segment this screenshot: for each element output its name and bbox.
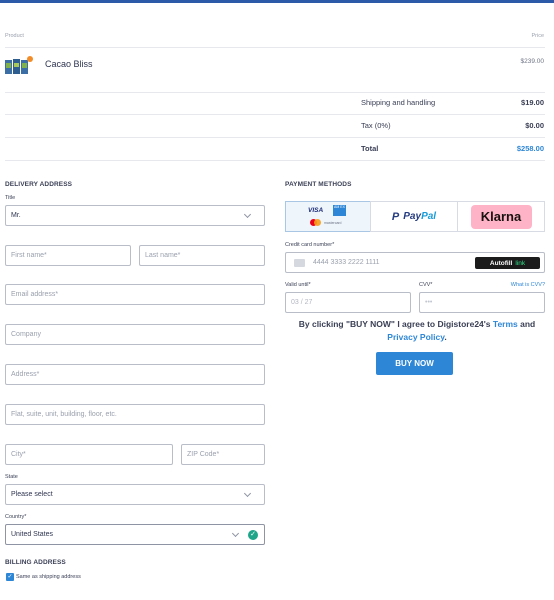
cards-logos: VISA AM EX mastercard [308, 204, 348, 230]
email-field[interactable]: Email address* [5, 284, 265, 305]
valid-check-icon: ✓ [248, 530, 258, 540]
card-number-placeholder: 4444 3333 2222 1111 [313, 259, 380, 266]
divider [5, 47, 545, 48]
agree-pre-text: By clicking "BUY NOW" I agree to Digisto… [298, 319, 493, 329]
agreement-text: By clicking "BUY NOW" I agree to Digisto… [285, 318, 549, 344]
what-is-cvv-link[interactable]: What is CVV? [480, 282, 545, 288]
shipping-value: $19.00 [521, 98, 544, 107]
total-label: Total [361, 144, 379, 153]
company-placeholder: Company [11, 331, 41, 338]
payment-method-paypal[interactable]: P Pay Pal [370, 201, 458, 232]
klarna-logo: Klarna [470, 204, 532, 229]
delivery-heading: DELIVERY ADDRESS [5, 181, 73, 188]
state-label: State [5, 474, 18, 480]
company-field[interactable]: Company [5, 324, 265, 345]
buy-now-button[interactable]: BUY NOW [376, 352, 453, 375]
city-placeholder: City* [11, 451, 26, 458]
amex-logo: AM EX [333, 204, 346, 216]
address-placeholder: Address* [11, 371, 40, 378]
autofill-text: Autofill [489, 259, 513, 267]
payment-method-klarna[interactable]: Klarna [457, 201, 545, 232]
col-product-header: Product [5, 33, 24, 39]
title-select-value: Mr. [11, 212, 21, 219]
country-select-value: United States [11, 531, 54, 538]
chevron-down-icon [231, 529, 240, 538]
billing-heading: BILLING ADDRESS [5, 559, 66, 566]
divider [5, 160, 545, 161]
address2-placeholder: Flat, suite, unit, building, floor, etc. [11, 411, 117, 418]
divider [5, 92, 545, 93]
tax-value: $0.00 [525, 121, 544, 130]
product-price: $239.00 [520, 58, 545, 65]
same-address-label: Same as shipping address [16, 574, 81, 580]
terms-link[interactable]: Terms [493, 319, 518, 329]
mastercard-label: mastercard [324, 220, 342, 225]
mastercard-logo-orange [314, 218, 321, 226]
valid-until-label: Valid until* [285, 282, 311, 288]
product-image [5, 56, 33, 76]
paypal-pay-text: Pay [403, 211, 422, 222]
same-address-checkbox[interactable]: ✓ [6, 573, 14, 581]
shipping-label: Shipping and handling [361, 98, 436, 107]
city-field[interactable]: City* [5, 444, 173, 465]
total-value: $258.00 [516, 144, 544, 153]
last-name-field[interactable]: Last name* [139, 245, 265, 266]
card-icon [294, 258, 305, 267]
cvv-placeholder: ••• [425, 299, 433, 306]
top-bar [0, 0, 554, 3]
col-price-header: Price [531, 33, 544, 39]
last-name-placeholder: Last name* [145, 252, 181, 259]
cvv-field[interactable]: ••• [419, 292, 545, 313]
address2-field[interactable]: Flat, suite, unit, building, floor, etc. [5, 404, 265, 425]
address-field[interactable]: Address* [5, 364, 265, 385]
first-name-placeholder: First name* [11, 252, 47, 259]
country-label: Country* [5, 514, 27, 520]
chevron-down-icon [243, 489, 252, 498]
tax-label: Tax (0%) [361, 121, 391, 130]
agree-and-text: and [517, 319, 536, 329]
card-number-field[interactable]: 4444 3333 2222 1111 Autofill link [285, 252, 545, 273]
zip-placeholder: ZIP Code* [187, 451, 220, 458]
cvv-label: CVV* [419, 282, 433, 288]
payment-heading: PAYMENT METHODS [285, 181, 352, 188]
chevron-down-icon [243, 210, 252, 219]
title-label: Title [5, 195, 16, 201]
valid-until-field[interactable]: 03 / 27 [285, 292, 411, 313]
payment-method-cards[interactable]: VISA AM EX mastercard [285, 201, 371, 232]
divider [5, 137, 545, 138]
first-name-field[interactable]: First name* [5, 245, 131, 266]
country-select[interactable]: United States ✓ [5, 524, 265, 545]
privacy-policy-link[interactable]: Privacy Policy [387, 332, 444, 342]
agree-end-text: . [444, 332, 447, 342]
email-placeholder: Email address* [11, 291, 59, 298]
valid-until-placeholder: 03 / 27 [291, 299, 313, 306]
link-logo-text: link [515, 259, 526, 267]
state-select[interactable]: Please select [5, 484, 265, 505]
autofill-link-button[interactable]: Autofill link [475, 257, 540, 269]
divider [5, 114, 545, 115]
state-select-value: Please select [11, 491, 53, 498]
title-select[interactable]: Mr. [5, 205, 265, 226]
card-number-label: Credit card number* [285, 242, 335, 248]
visa-logo: VISA [308, 206, 324, 214]
zip-field[interactable]: ZIP Code* [181, 444, 265, 465]
product-name: Cacao Bliss [45, 59, 93, 69]
paypal-pal-text: Pal [421, 211, 437, 222]
paypal-logo-glyph: P [391, 210, 400, 223]
